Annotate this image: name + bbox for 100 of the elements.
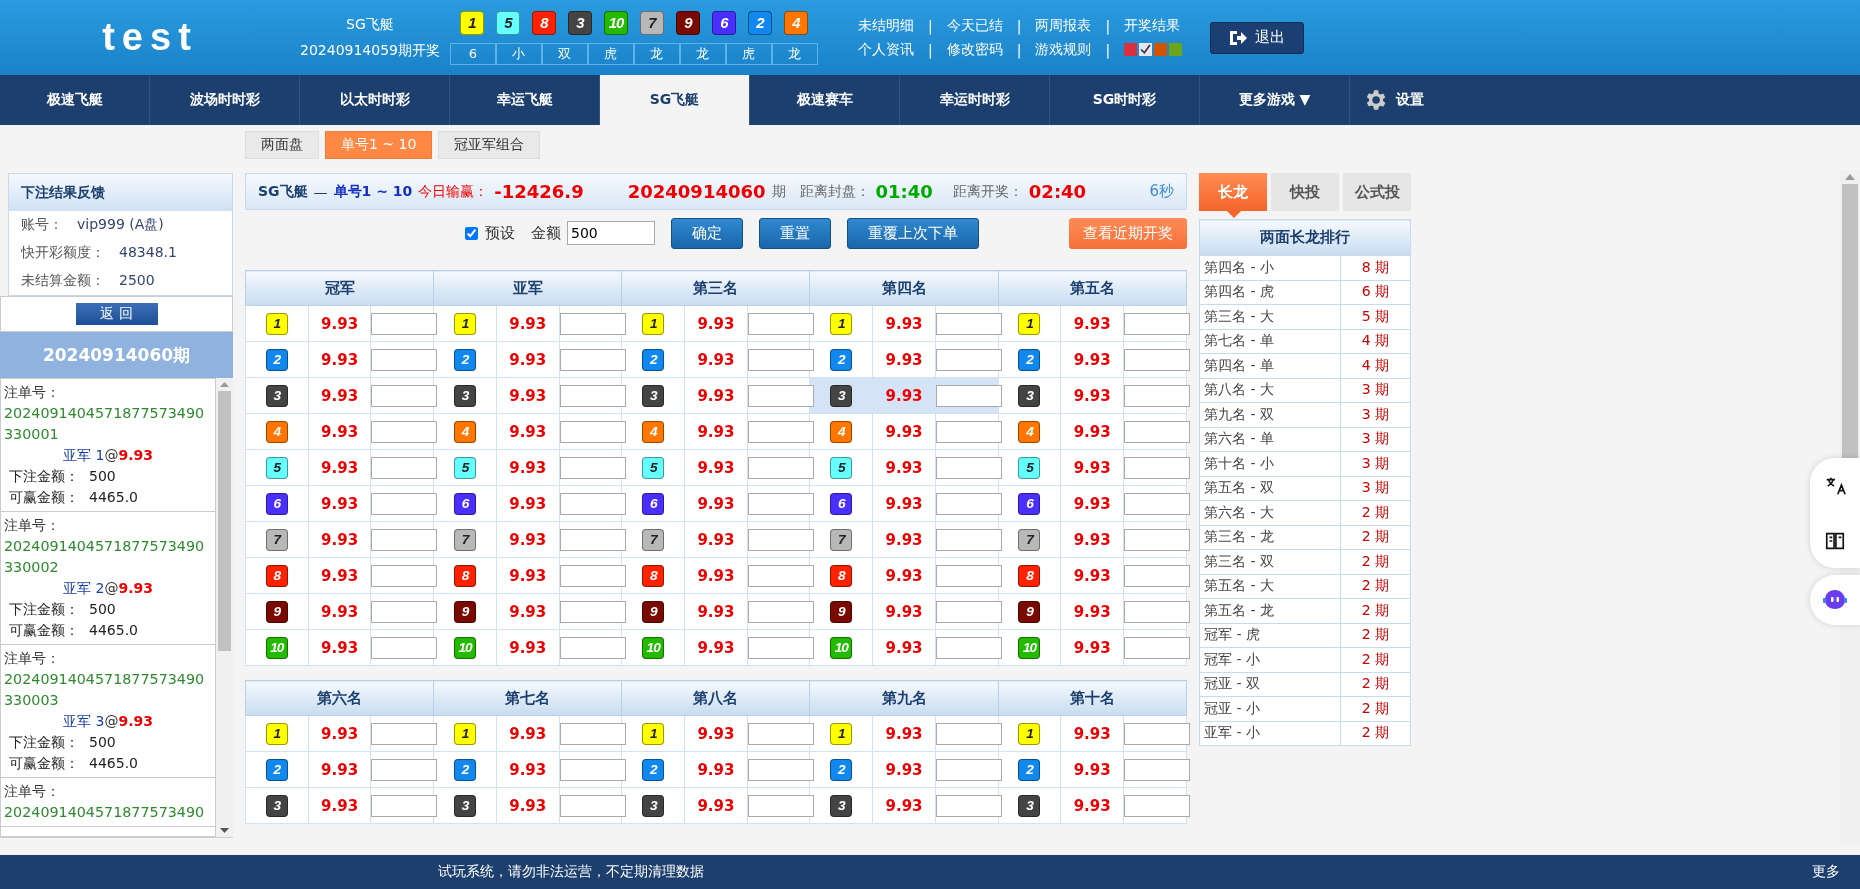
odds-cell[interactable]: 9.93 (496, 449, 560, 486)
odds-cell[interactable]: 9.93 (496, 341, 560, 378)
odds-cell[interactable]: 9.93 (684, 413, 748, 450)
odds-cell[interactable]: 9.93 (872, 787, 936, 824)
odds-cell[interactable]: 9.93 (872, 629, 936, 666)
odds-cell[interactable]: 9.93 (684, 629, 748, 666)
bet-amount-input[interactable] (747, 420, 814, 443)
bet-amount-input[interactable] (935, 528, 1002, 551)
odds-cell[interactable]: 9.93 (872, 485, 936, 522)
odds-cell[interactable]: 9.93 (1060, 751, 1124, 788)
odds-cell[interactable]: 9.93 (872, 413, 936, 450)
bet-amount-input[interactable] (747, 384, 814, 407)
bet-amount-input[interactable] (371, 600, 438, 623)
odds-cell[interactable]: 9.93 (308, 449, 371, 486)
odds-cell[interactable]: 9.93 (496, 377, 560, 414)
odds-cell[interactable]: 9.93 (684, 715, 748, 752)
odds-cell[interactable]: 9.93 (308, 787, 371, 824)
bet-amount-input[interactable] (371, 722, 438, 745)
odds-cell[interactable]: 9.93 (1060, 787, 1124, 824)
odds-cell[interactable]: 9.93 (1060, 593, 1124, 630)
bet-amount-input[interactable] (1124, 456, 1191, 479)
header-link[interactable]: 两周报表 (1035, 16, 1092, 35)
odds-cell[interactable]: 9.93 (684, 305, 748, 342)
bet-amount-input[interactable] (559, 420, 626, 443)
bet-amount-input[interactable] (371, 492, 438, 515)
bet-amount-input[interactable] (747, 348, 814, 371)
nav-tab[interactable]: 更多游戏 ▼ (1200, 75, 1350, 125)
back-button[interactable]: 返 回 (75, 303, 158, 325)
bet-amount-input[interactable] (1124, 794, 1191, 817)
odds-cell[interactable]: 9.93 (308, 593, 371, 630)
bet-amount-input[interactable] (371, 312, 438, 335)
odds-cell[interactable]: 9.93 (684, 521, 748, 558)
bet-amount-input[interactable] (371, 420, 438, 443)
odds-cell[interactable]: 9.93 (496, 629, 560, 666)
bet-amount-input[interactable] (935, 456, 1002, 479)
bet-amount-input[interactable] (935, 384, 1002, 407)
bet-amount-input[interactable] (371, 528, 438, 551)
bet-amount-input[interactable] (559, 600, 626, 623)
bet-amount-input[interactable] (935, 312, 1002, 335)
bet-amount-input[interactable] (747, 722, 814, 745)
odds-cell[interactable]: 9.93 (308, 341, 371, 378)
nav-tab[interactable]: 极速飞艇 (0, 75, 150, 125)
odds-cell[interactable]: 9.93 (1060, 305, 1124, 342)
bet-amount-input[interactable] (1124, 312, 1191, 335)
bet-amount-input[interactable] (935, 420, 1002, 443)
odds-cell[interactable]: 9.93 (684, 557, 748, 594)
bet-amount-input[interactable] (747, 312, 814, 335)
preset-checkbox[interactable] (465, 226, 478, 240)
odds-cell[interactable]: 9.93 (308, 751, 371, 788)
action-button[interactable]: 确定 (671, 217, 743, 249)
odds-cell[interactable]: 9.93 (684, 751, 748, 788)
bet-amount-input[interactable] (1124, 384, 1191, 407)
odds-cell[interactable]: 9.93 (496, 521, 560, 558)
bet-amount-input[interactable] (371, 348, 438, 371)
action-button[interactable]: 重覆上次下单 (847, 217, 979, 249)
bet-amount-input[interactable] (559, 758, 626, 781)
bet-amount-input[interactable] (747, 492, 814, 515)
bet-amount-input[interactable] (935, 600, 1002, 623)
odds-cell[interactable]: 9.93 (496, 557, 560, 594)
refresh-countdown[interactable]: 6秒 (1149, 182, 1174, 201)
odds-cell[interactable]: 9.93 (1060, 715, 1124, 752)
bet-amount-input[interactable] (559, 492, 626, 515)
odds-cell[interactable]: 9.93 (308, 377, 371, 414)
action-button[interactable]: 重置 (759, 217, 831, 249)
bet-amount-input[interactable] (371, 794, 438, 817)
header-link[interactable]: 个人资讯 (858, 40, 914, 59)
amount-input[interactable]: 500 (567, 221, 655, 245)
sub-tab[interactable]: 单号1 ~ 10 (325, 131, 433, 159)
logout-button[interactable]: 退出 (1210, 21, 1305, 54)
sub-tab[interactable]: 两面盘 (245, 131, 319, 159)
odds-cell[interactable]: 9.93 (872, 341, 936, 378)
odds-cell[interactable]: 9.93 (872, 715, 936, 752)
odds-cell[interactable]: 9.93 (1060, 341, 1124, 378)
odds-cell[interactable]: 9.93 (872, 449, 936, 486)
odds-cell[interactable]: 9.93 (1060, 377, 1124, 414)
side-tab[interactable]: 公式投 (1343, 173, 1411, 211)
bet-amount-input[interactable] (559, 312, 626, 335)
side-tab[interactable]: 快投 (1271, 173, 1339, 211)
bet-amount-input[interactable] (559, 636, 626, 659)
bet-amount-input[interactable] (371, 564, 438, 587)
odds-cell[interactable]: 9.93 (496, 787, 560, 824)
nav-tab[interactable]: SG飞艇 (600, 75, 750, 125)
odds-cell[interactable]: 9.93 (1060, 521, 1124, 558)
bet-amount-input[interactable] (1124, 492, 1191, 515)
assistant-bubble[interactable] (1810, 575, 1860, 625)
odds-cell[interactable]: 9.93 (308, 521, 371, 558)
recent-results-button[interactable]: 查看近期开奖 (1069, 217, 1187, 249)
bet-amount-input[interactable] (1124, 636, 1191, 659)
theme-swatch[interactable] (1154, 43, 1168, 56)
bet-amount-input[interactable] (747, 528, 814, 551)
odds-cell[interactable]: 9.93 (496, 485, 560, 522)
odds-cell[interactable]: 9.93 (308, 485, 371, 522)
nav-tab[interactable]: 极速赛车 (750, 75, 900, 125)
odds-cell[interactable]: 9.93 (496, 305, 560, 342)
bet-amount-input[interactable] (747, 564, 814, 587)
odds-cell[interactable]: 9.93 (308, 557, 371, 594)
odds-cell[interactable]: 9.93 (684, 341, 748, 378)
header-link[interactable]: 今天已结 (946, 16, 1003, 35)
scrollbar[interactable] (216, 378, 233, 837)
bet-amount-input[interactable] (559, 384, 626, 407)
